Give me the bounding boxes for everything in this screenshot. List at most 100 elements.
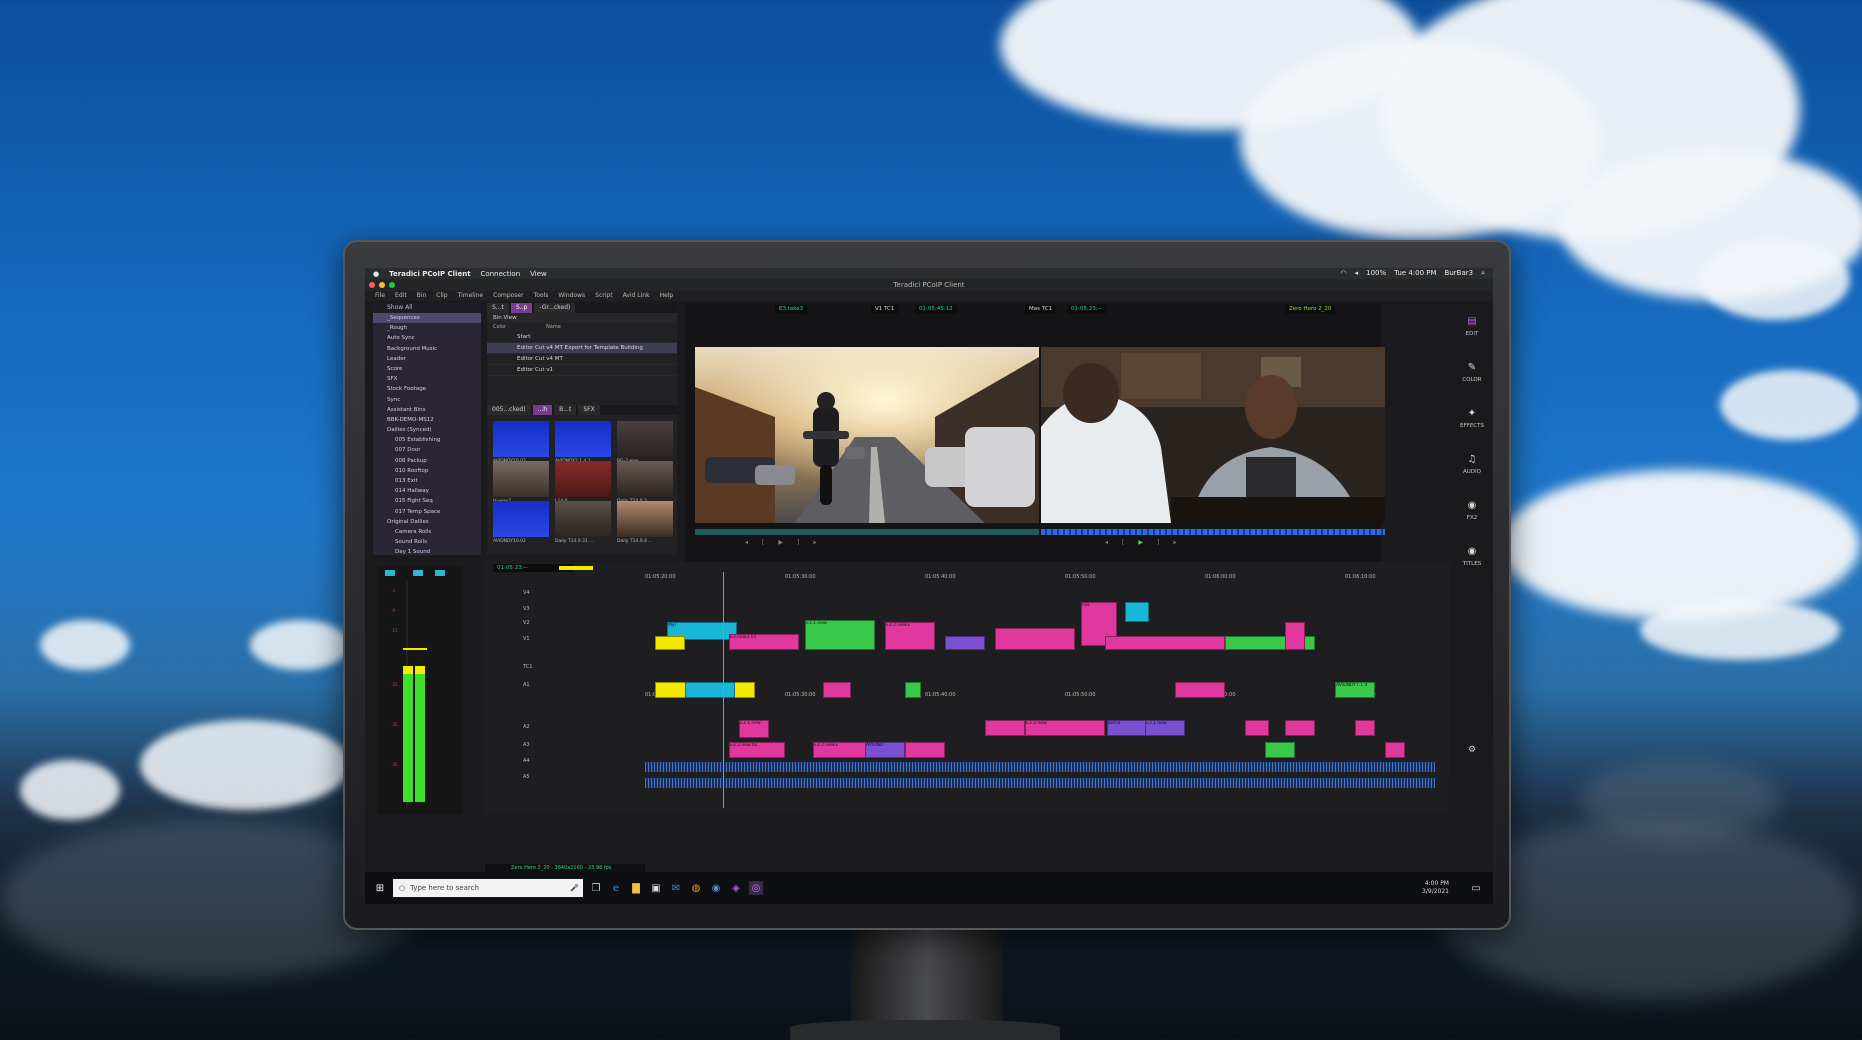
- menubar-item-view[interactable]: View: [530, 270, 547, 278]
- thumbnail[interactable]: Daily T14.0.31 ...: [555, 501, 611, 544]
- bin-tab[interactable]: SFX: [578, 405, 600, 415]
- menubar-user[interactable]: BurBar3: [1445, 269, 1474, 278]
- project-bin-item[interactable]: Original Dailies: [373, 517, 481, 527]
- bin-tab[interactable]: B...t: [554, 405, 577, 415]
- timeline-clip[interactable]: [1175, 682, 1225, 698]
- timeline-clip[interactable]: [905, 682, 921, 698]
- project-bin-item[interactable]: 015 Fight Seq: [373, 496, 481, 506]
- taskbar-search-box[interactable]: ○ Type here to search 🎤: [393, 879, 583, 897]
- timeline-clip[interactable]: [1285, 720, 1315, 736]
- wifi-icon[interactable]: ◠: [1341, 269, 1347, 278]
- menu-bin[interactable]: Bin: [417, 291, 427, 301]
- close-window-icon[interactable]: [369, 282, 375, 288]
- play-icon[interactable]: ▶: [1138, 539, 1143, 549]
- source-monitor-frame[interactable]: [695, 347, 1039, 523]
- chrome-icon[interactable]: ◍: [689, 881, 703, 895]
- project-bin-item[interactable]: 010 Rooftop: [373, 466, 481, 476]
- timeline-clip[interactable]: E3.2.new3: [885, 622, 935, 650]
- audio-waveform[interactable]: [645, 778, 1435, 788]
- notification-icon[interactable]: ▭: [1469, 881, 1483, 895]
- source-tc-label[interactable]: V1 TC1: [871, 305, 899, 314]
- timeline-clip[interactable]: AVIDNDY7.1.4: [1335, 682, 1375, 698]
- timeline-zoom-slider[interactable]: [559, 566, 593, 570]
- thumbnail[interactable]: AVIDNDY2.1.4.1: [555, 421, 611, 464]
- thumbnail[interactable]: AVIDNDY10.02: [493, 421, 549, 464]
- record-position-bar[interactable]: [1041, 529, 1385, 535]
- project-bin-item[interactable]: Auto Sync: [373, 333, 481, 343]
- menu-windows[interactable]: Windows: [558, 291, 585, 301]
- play-icon[interactable]: ▶: [778, 539, 783, 549]
- column-name[interactable]: Name: [546, 323, 561, 332]
- menu-avid-link[interactable]: Avid Link: [623, 291, 650, 301]
- project-bin-item[interactable]: 017 Temp Space: [373, 507, 481, 517]
- menu-composer[interactable]: Composer: [493, 291, 523, 301]
- timeline-clip[interactable]: [1285, 622, 1305, 650]
- project-bin-item[interactable]: _Rough: [373, 323, 481, 333]
- mark-out-icon[interactable]: ]: [797, 539, 799, 549]
- menu-file[interactable]: File: [375, 291, 385, 301]
- microphone-icon[interactable]: 🎤: [570, 884, 583, 892]
- project-bin-item[interactable]: Background Music: [373, 344, 481, 354]
- timeline-ruler-top[interactable]: 01:05:20:00 01:05:30:00 01:05:40:00 01:05:5…: [645, 574, 1445, 581]
- step-forward-icon[interactable]: ▸: [1173, 539, 1176, 549]
- list-item[interactable]: Editor Cut v1: [487, 365, 677, 376]
- apple-icon[interactable]: ●: [373, 270, 379, 278]
- timeline-clip[interactable]: E3.1.new: [1145, 720, 1185, 736]
- audio-waveform[interactable]: [645, 762, 1435, 772]
- source-clip-name[interactable]: E3.take3: [775, 305, 808, 314]
- timeline-clip[interactable]: E3.1.new: [739, 720, 769, 738]
- project-bin-item[interactable]: 013 Exit: [373, 476, 481, 486]
- step-forward-icon[interactable]: ▸: [813, 539, 816, 549]
- step-back-icon[interactable]: ◂: [1105, 539, 1108, 549]
- list-item[interactable]: Editor Cut v4 MT: [487, 354, 677, 365]
- timeline-clip[interactable]: [1105, 636, 1225, 650]
- project-bin-item[interactable]: SFX: [373, 374, 481, 384]
- record-tc-label[interactable]: Mas TC1: [1025, 305, 1057, 314]
- timeline-clip[interactable]: [655, 636, 685, 650]
- bin-tab[interactable]: -Gr...cked): [534, 303, 576, 313]
- track-header-a1[interactable]: A1: [523, 682, 530, 688]
- timeline-clip[interactable]: AVIDND: [865, 742, 905, 758]
- track-header-v4[interactable]: V4: [523, 590, 530, 596]
- thumbnail[interactable]: L14.0: [555, 461, 611, 504]
- workspace-titles[interactable]: ◉ TITLES: [1463, 533, 1481, 579]
- app-globe-icon[interactable]: ◉: [709, 881, 723, 895]
- minimize-window-icon[interactable]: [379, 282, 385, 288]
- menu-help[interactable]: Help: [660, 291, 674, 301]
- track-header-v2[interactable]: V2: [523, 620, 530, 626]
- file-explorer-icon[interactable]: ▇: [629, 881, 643, 895]
- project-bin-item[interactable]: Day 1 Sound: [373, 547, 481, 557]
- list-item[interactable]: Start: [487, 332, 677, 343]
- thumbnail[interactable]: BG-2.wav: [617, 421, 673, 464]
- source-position-bar[interactable]: [695, 529, 1039, 535]
- workspace-audio[interactable]: ♫ AUDIO: [1463, 441, 1481, 487]
- bin-view-selector[interactable]: Bin View: [487, 313, 677, 323]
- bin-tab[interactable]: ...h: [532, 405, 553, 415]
- bin-tab[interactable]: S..p: [510, 303, 533, 313]
- timeline-clip[interactable]: [1245, 720, 1269, 736]
- settings-gear-icon[interactable]: ⚙: [1468, 745, 1476, 755]
- timeline-clip[interactable]: [823, 682, 851, 698]
- media-composer-icon[interactable]: ◎: [749, 881, 763, 895]
- project-bin-item[interactable]: 014 Hallway: [373, 486, 481, 496]
- project-bin-item[interactable]: Sound Rolls: [373, 537, 481, 547]
- track-header-v3[interactable]: V3: [523, 606, 530, 612]
- task-view-icon[interactable]: ❐: [589, 881, 603, 895]
- menu-edit[interactable]: Edit: [395, 291, 407, 301]
- record-monitor-frame[interactable]: [1041, 347, 1385, 523]
- zoom-window-icon[interactable]: [389, 282, 395, 288]
- list-item[interactable]: Editor Cut v4 MT Export for Template Bui…: [487, 343, 677, 354]
- project-bin-item[interactable]: _Sequences: [373, 313, 481, 324]
- system-clock[interactable]: 4:00 PM 3/9/2021: [1422, 880, 1463, 896]
- timeline-clip[interactable]: [945, 636, 985, 650]
- thumbnail[interactable]: Daily T14.0.3: [617, 461, 673, 504]
- menu-clip[interactable]: Clip: [436, 291, 447, 301]
- timeline-ruler-audio[interactable]: 01:05:20:0001:05:30:0001:05:40:0001:05:5…: [645, 692, 1445, 699]
- spotlight-icon[interactable]: ⌕: [1481, 269, 1485, 278]
- project-bin-item[interactable]: Stock Footage: [373, 384, 481, 394]
- project-bin-item[interactable]: Leader: [373, 354, 481, 364]
- workspace-effects[interactable]: ✦ EFFECTS: [1460, 395, 1484, 441]
- mail-icon[interactable]: ✉: [669, 881, 683, 895]
- timeline-clip[interactable]: [905, 742, 945, 758]
- project-filter-dropdown[interactable]: Show All: [373, 303, 481, 313]
